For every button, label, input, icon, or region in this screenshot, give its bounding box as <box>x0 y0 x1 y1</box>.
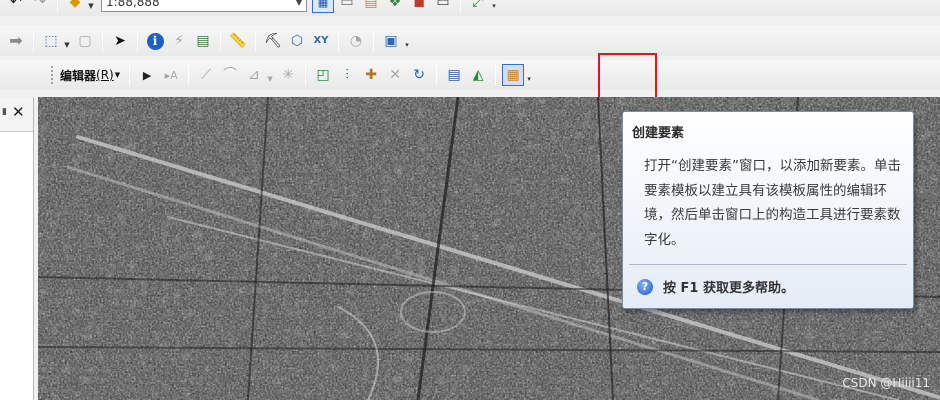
editor-menu-mnemonic: (R) <box>96 68 114 82</box>
toolbar-separator <box>373 31 374 51</box>
hyperlink-icon[interactable]: ⚡ <box>168 30 190 52</box>
close-icon[interactable]: ✕ <box>12 103 25 121</box>
tools-toolbar: ➡ ⬚ ▼ ▢ ➤ i ⚡ ▤ 📏 ⛏ ⬡ XY ◔ ▣ ▾ <box>0 26 940 56</box>
go-forward-icon[interactable]: ➡ <box>5 30 27 52</box>
toolbar-separator <box>255 31 256 51</box>
chevron-down-icon[interactable]: ▼ <box>87 0 95 10</box>
find-icon[interactable]: ⛏ <box>262 30 284 52</box>
toolbar-separator <box>220 31 221 51</box>
rotate-icon[interactable]: ↻ <box>408 64 430 86</box>
clear-selection-icon[interactable]: ▢ <box>74 30 96 52</box>
pin-icon[interactable]: ▮ <box>2 107 7 117</box>
create-features-icon[interactable]: ▦ <box>502 64 525 86</box>
tooltip-title: 创建要素 <box>632 126 685 141</box>
toolbar-separator <box>305 65 307 85</box>
sketch-properties-icon[interactable]: ◭ <box>467 64 489 86</box>
select-features-icon[interactable]: ⬚ <box>40 30 62 52</box>
edit-vertices-icon[interactable]: ◰ <box>312 64 334 86</box>
find-route-icon[interactable]: ⬡ <box>286 30 308 52</box>
model-builder-icon[interactable]: ⤢ <box>467 0 489 13</box>
toolbar-separator <box>33 31 34 51</box>
toolbar-grip[interactable] <box>50 65 54 85</box>
toolbox-icon[interactable]: ◼ <box>408 0 430 13</box>
editor-menu-label: 编辑器 <box>60 68 97 83</box>
editor-toolbar: 编辑器 (R) ▼ ▶ ▸A ⟋ ⌒ ⊿ ▼ ✳ ◰ ⫶ ✚ ✕ ↻ ▤ ◭ ▦… <box>0 60 940 90</box>
edit-tool-icon[interactable]: ▶ <box>136 64 158 86</box>
chevron-down-icon[interactable]: ▼ <box>266 67 274 83</box>
tooltip-help: ? 按 F1 获取更多帮助。 <box>637 277 794 296</box>
cut-polygons-icon[interactable]: ✚ <box>360 64 382 86</box>
measure-icon[interactable]: 📏 <box>227 30 249 52</box>
editor-toolbar-icon[interactable]: ▭ <box>336 0 358 13</box>
add-data-icon[interactable]: ◆ <box>64 0 86 13</box>
table-of-contents-panel: ▮ ✕ <box>0 97 34 400</box>
attributes-icon[interactable]: ▤ <box>443 64 465 86</box>
end-point-arc-icon[interactable]: ⌒ <box>219 64 241 86</box>
toolbar-separator <box>137 31 138 51</box>
forward-icon[interactable]: ↷ <box>29 0 51 13</box>
toolbar-separator <box>495 65 497 85</box>
toolbar-options-icon[interactable]: ▾ <box>525 67 533 83</box>
toolbar-separator <box>102 31 103 51</box>
tooltip: 创建要素 打开“创建要素”窗口，以添加新要素。单击要素模板以建立具有该模板属性的… <box>622 111 914 309</box>
standard-toolbar: ↶ ↷ ◆ ▼ 1:88,888 ▼ ▦ ▭ ▤ ❖ ◼ ▭ ⤢ ▾ <box>0 0 940 16</box>
catalog-icon[interactable]: ❖ <box>384 0 406 13</box>
straight-segment-icon[interactable]: ⟋ <box>195 64 217 86</box>
help-icon: ? <box>637 278 653 295</box>
trace-icon[interactable]: ⊿ <box>243 64 265 86</box>
tooltip-body: 打开“创建要素”窗口，以添加新要素。单击要素模板以建立具有该模板属性的编辑环境，… <box>644 158 901 248</box>
toolbar-separator <box>129 65 131 85</box>
toolbar-separator <box>436 65 438 85</box>
tooltip-help-text: 按 F1 获取更多帮助。 <box>663 281 794 296</box>
panel-content <box>0 131 33 400</box>
time-slider-icon[interactable]: ◔ <box>345 30 367 52</box>
select-elements-icon[interactable]: ➤ <box>109 30 131 52</box>
chevron-down-icon[interactable]: ▼ <box>63 33 71 49</box>
toolbar-options-icon[interactable]: ▾ <box>490 0 498 10</box>
map-scale-combo[interactable]: 1:88,888 ▼ <box>101 0 307 12</box>
edit-annotation-icon[interactable]: ▸A <box>160 64 182 86</box>
toolbar-options-icon[interactable]: ▾ <box>403 33 411 49</box>
split-icon[interactable]: ✕ <box>384 64 406 86</box>
chevron-down-icon[interactable]: ▼ <box>292 0 306 7</box>
point-icon[interactable]: ✳ <box>277 64 299 86</box>
editor-menu-button[interactable]: 编辑器 (R) ▼ <box>60 67 120 84</box>
chevron-down-icon: ▼ <box>114 71 121 79</box>
watermark: CSDN @Hiiii11 <box>842 376 930 390</box>
toolbar-separator <box>188 65 190 85</box>
toolbar-separator <box>57 0 58 12</box>
toolbar-separator <box>460 0 461 12</box>
create-viewer-icon[interactable]: ▣ <box>380 30 402 52</box>
reshape-icon[interactable]: ⫶ <box>336 64 358 86</box>
goto-xy-icon[interactable]: XY <box>310 30 332 52</box>
table-of-contents-icon[interactable]: ▤ <box>360 0 382 13</box>
scale-value: 1:88,888 <box>106 0 160 9</box>
toolbar-separator <box>338 31 339 51</box>
html-popup-icon[interactable]: ▤ <box>192 30 214 52</box>
tooltip-divider <box>629 264 907 265</box>
back-icon[interactable]: ↶ <box>5 0 27 13</box>
layer-options-icon[interactable]: ▦ <box>312 0 334 13</box>
identify-icon[interactable]: i <box>144 30 166 52</box>
python-icon[interactable]: ▭ <box>432 0 454 13</box>
